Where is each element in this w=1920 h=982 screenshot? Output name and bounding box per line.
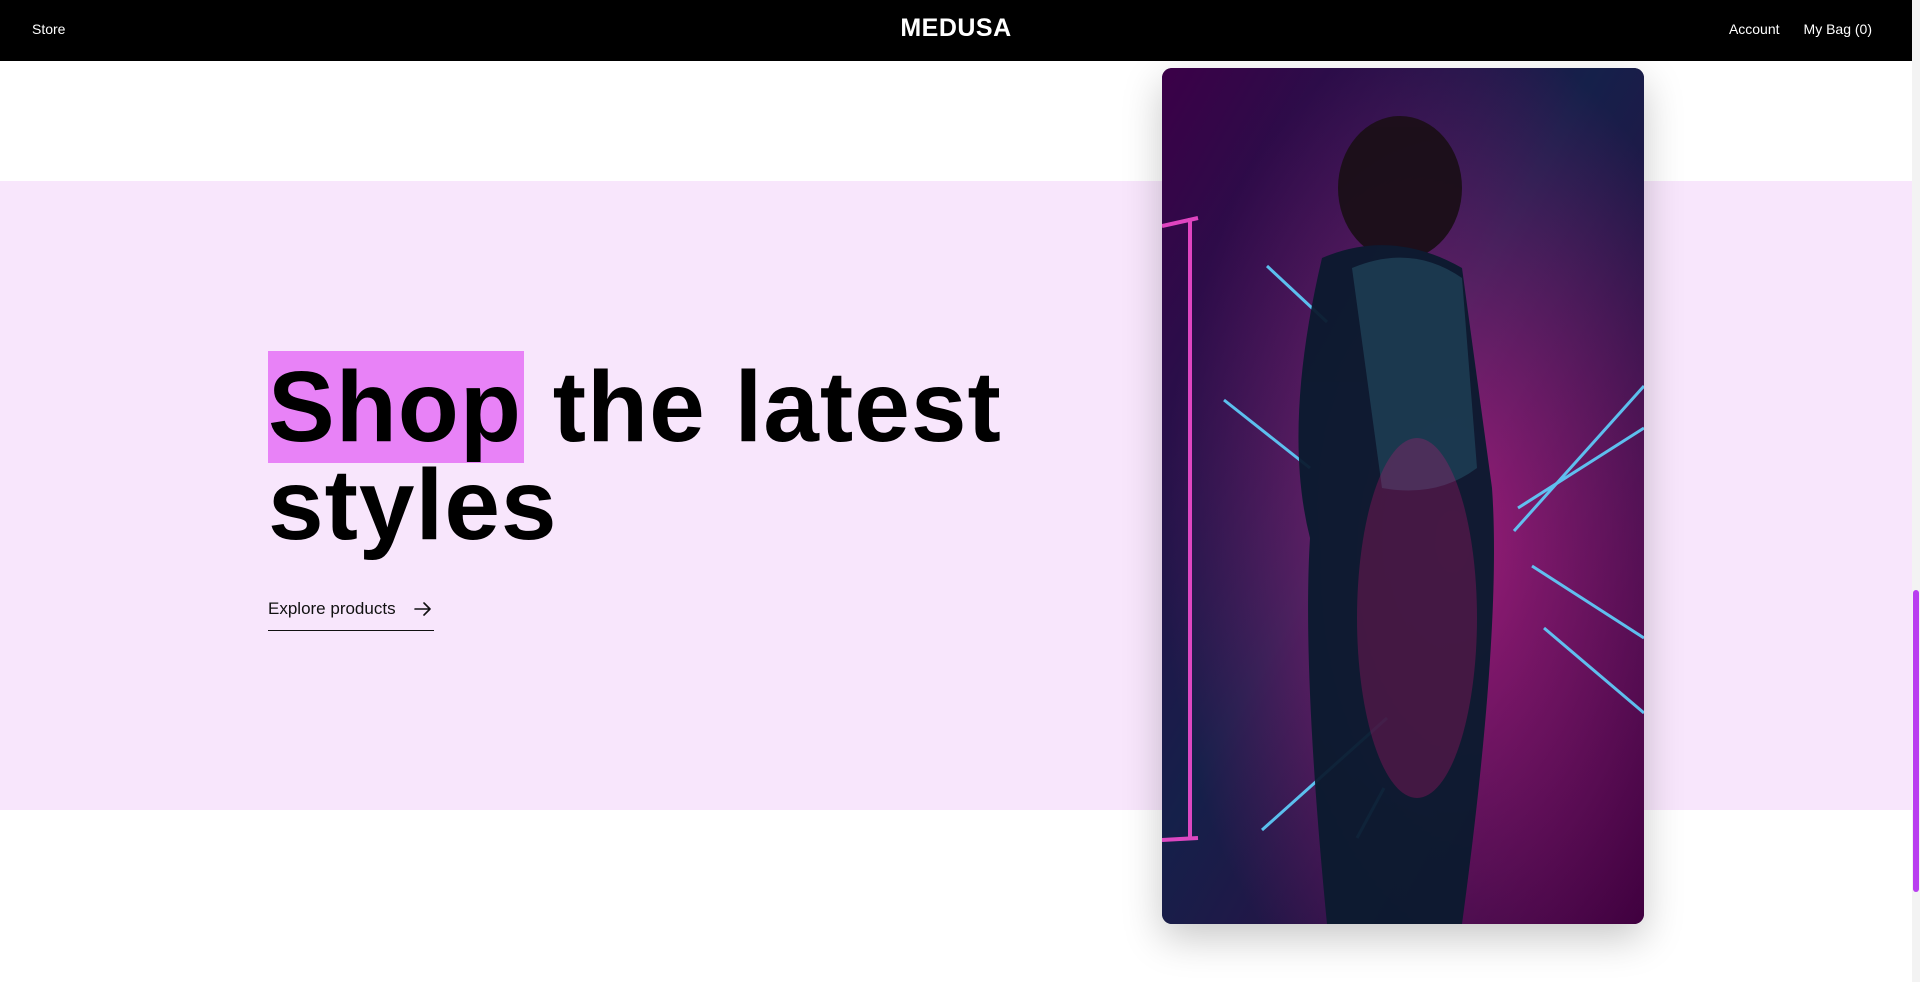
arrow-right-icon: [413, 602, 431, 616]
nav-account-link[interactable]: Account: [1729, 21, 1780, 37]
headline-highlight: Shop: [268, 351, 524, 463]
nav-right-links: Account My Bag (0): [1729, 21, 1872, 37]
nav-bag-link[interactable]: My Bag (0): [1804, 21, 1872, 37]
hero-headline: Shop the latest styles: [268, 351, 1028, 555]
hero-video[interactable]: [1162, 68, 1644, 924]
video-frame-illustration: [1162, 68, 1644, 924]
scrollbar-thumb[interactable]: [1913, 590, 1919, 892]
explore-products-link[interactable]: Explore products: [268, 594, 434, 631]
brand-logo[interactable]: MEDUSA: [0, 14, 1912, 43]
explore-products-label: Explore products: [268, 599, 396, 618]
top-navbar: Store MEDUSA Account My Bag (0): [0, 0, 1912, 61]
